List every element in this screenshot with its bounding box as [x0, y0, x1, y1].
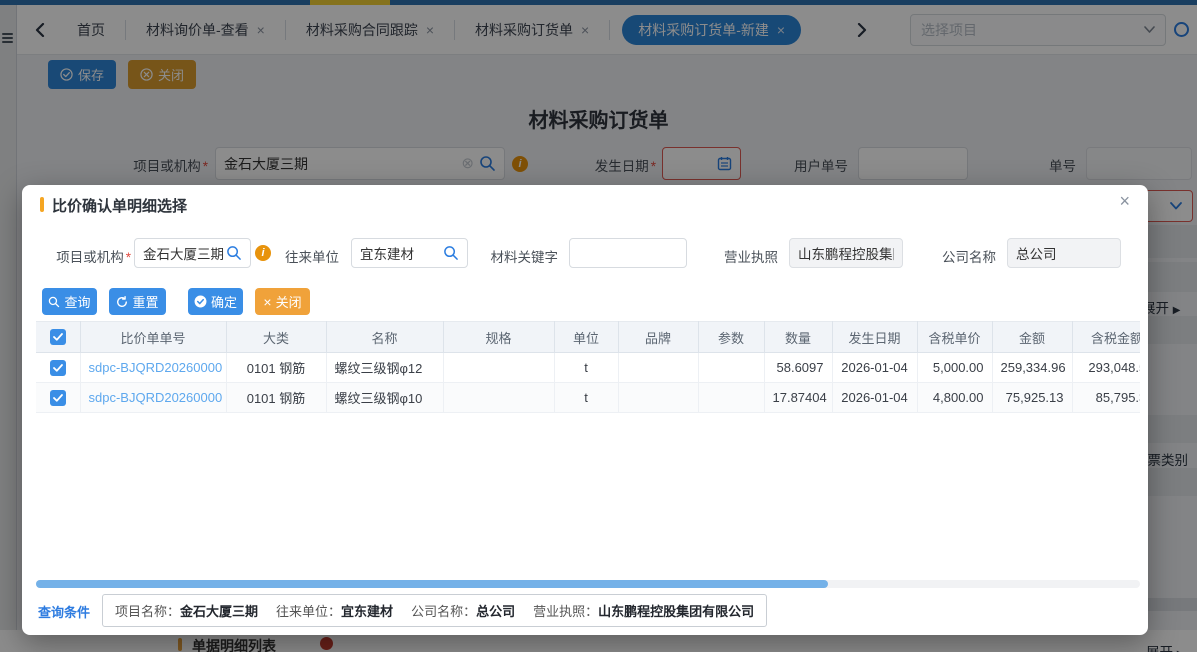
- cell-param: [698, 383, 764, 413]
- modal-title: 比价确认单明细选择: [52, 195, 187, 216]
- modal-partner-field[interactable]: 宜东建材: [351, 238, 468, 268]
- cell-tax-amount: 85,795.39: [1072, 383, 1140, 413]
- screen: 首页 材料询价单-查看 × 材料采购合同跟踪 × 材料采购订货单 × 材料采购订…: [0, 0, 1197, 652]
- cell-amount: 259,334.96: [992, 353, 1072, 383]
- modal-company-field: 总公司: [1007, 238, 1121, 268]
- modal-project-label: 项目或机构*: [42, 246, 131, 266]
- col-header: 名称: [326, 322, 443, 353]
- col-header: 规格: [443, 322, 554, 353]
- modal-project-value: 金石大厦三期: [143, 243, 226, 263]
- table-row: sdpc-BJQRD20260000 0101 钢筋 螺纹三级钢φ10 t 17…: [36, 383, 1140, 413]
- modal-company-value: 总公司: [1016, 243, 1112, 263]
- condition-item: 项目名称：金石大厦三期: [115, 601, 258, 620]
- cell-date: 2026-01-04: [832, 383, 917, 413]
- check-icon: [53, 394, 63, 402]
- cell-price: 4,800.00: [917, 383, 992, 413]
- refresh-icon: [116, 296, 128, 308]
- table-row: sdpc-BJQRD20260000 0101 钢筋 螺纹三级钢φ12 t 58…: [36, 353, 1140, 383]
- price-comparison-modal: 比价确认单明细选择 × 项目或机构* 金石大厦三期 i 往来单位 宜东建材 材料…: [22, 185, 1148, 635]
- col-header: 含税单价: [917, 322, 992, 353]
- cell-brand: [618, 383, 698, 413]
- modal-license-value: 山东鹏程控股集团有限公司: [798, 243, 894, 263]
- cell-spec: [443, 353, 554, 383]
- scrollbar-thumb[interactable]: [36, 580, 828, 588]
- confirm-check-icon: [194, 295, 207, 308]
- select-all-cell: [36, 322, 80, 353]
- col-header: 品牌: [618, 322, 698, 353]
- col-header: 数量: [764, 322, 832, 353]
- cell-unit: t: [554, 353, 618, 383]
- confirm-button[interactable]: 确定: [188, 288, 243, 315]
- cell-qty: 17.87404: [764, 383, 832, 413]
- cell-unit: t: [554, 383, 618, 413]
- close-x-icon: ×: [263, 295, 271, 309]
- check-icon: [53, 364, 63, 372]
- cell-amount: 75,925.13: [992, 383, 1072, 413]
- cell-name: 螺纹三级钢φ10: [326, 383, 443, 413]
- cell-name: 螺纹三级钢φ12: [326, 353, 443, 383]
- modal-keyword-label: 材料关键字: [482, 246, 558, 266]
- cell-brand: [618, 353, 698, 383]
- cell-category: 0101 钢筋: [226, 383, 326, 413]
- search-icon: [48, 296, 60, 308]
- comparison-order-link[interactable]: sdpc-BJQRD20260000: [89, 360, 223, 375]
- checkbox-cell: [36, 383, 80, 413]
- cell-param: [698, 353, 764, 383]
- modal-partner-value: 宜东建材: [360, 243, 443, 263]
- check-icon: [53, 333, 63, 341]
- modal-title-marker: [40, 197, 44, 212]
- horizontal-scrollbar[interactable]: [36, 580, 1140, 588]
- table-header-row: 比价单单号 大类 名称 规格 单位 品牌 参数 数量 发生日期 含税单价 金额 …: [36, 322, 1140, 353]
- modal-project-field[interactable]: 金石大厦三期: [134, 238, 251, 268]
- reset-button[interactable]: 重置: [109, 288, 166, 315]
- cell-qty: 58.6097: [764, 353, 832, 383]
- cell-category: 0101 钢筋: [226, 353, 326, 383]
- select-all-checkbox[interactable]: [50, 329, 66, 345]
- col-header: 发生日期: [832, 322, 917, 353]
- row-checkbox[interactable]: [50, 360, 66, 376]
- comparison-detail-table: 比价单单号 大类 名称 规格 单位 品牌 参数 数量 发生日期 含税单价 金额 …: [36, 321, 1140, 413]
- row-checkbox[interactable]: [50, 390, 66, 406]
- checkbox-cell: [36, 353, 80, 383]
- modal-company-label: 公司名称: [934, 246, 996, 266]
- col-header: 含税金额: [1072, 322, 1140, 353]
- condition-item: 公司名称：总公司: [411, 601, 515, 620]
- search-icon[interactable]: [226, 245, 242, 261]
- modal-license-field: 山东鹏程控股集团有限公司: [789, 238, 903, 268]
- cell-spec: [443, 383, 554, 413]
- cell-date: 2026-01-04: [832, 353, 917, 383]
- col-header: 单位: [554, 322, 618, 353]
- modal-close-button[interactable]: × 关闭: [255, 288, 310, 315]
- query-conditions-box: 项目名称：金石大厦三期 往来单位：宜东建材 公司名称：总公司 营业执照：山东鹏程…: [102, 594, 767, 627]
- cell-tax-amount: 293,048.50: [1072, 353, 1140, 383]
- query-button[interactable]: 查询: [42, 288, 97, 315]
- cell-price: 5,000.00: [917, 353, 992, 383]
- col-header: 大类: [226, 322, 326, 353]
- search-icon[interactable]: [443, 245, 459, 261]
- comparison-order-link[interactable]: sdpc-BJQRD20260000: [89, 390, 223, 405]
- info-icon[interactable]: i: [255, 245, 271, 261]
- col-header: 金额: [992, 322, 1072, 353]
- col-header: 比价单单号: [80, 322, 226, 353]
- modal-keyword-field[interactable]: [569, 238, 687, 268]
- condition-item: 往来单位：宜东建材: [276, 601, 393, 620]
- modal-license-label: 营业执照: [716, 246, 778, 266]
- query-conditions-label: 查询条件: [38, 602, 90, 621]
- condition-item: 营业执照：山东鹏程控股集团有限公司: [533, 601, 754, 620]
- modal-close-icon[interactable]: ×: [1119, 192, 1130, 210]
- modal-partner-label: 往来单位: [277, 246, 339, 266]
- col-header: 参数: [698, 322, 764, 353]
